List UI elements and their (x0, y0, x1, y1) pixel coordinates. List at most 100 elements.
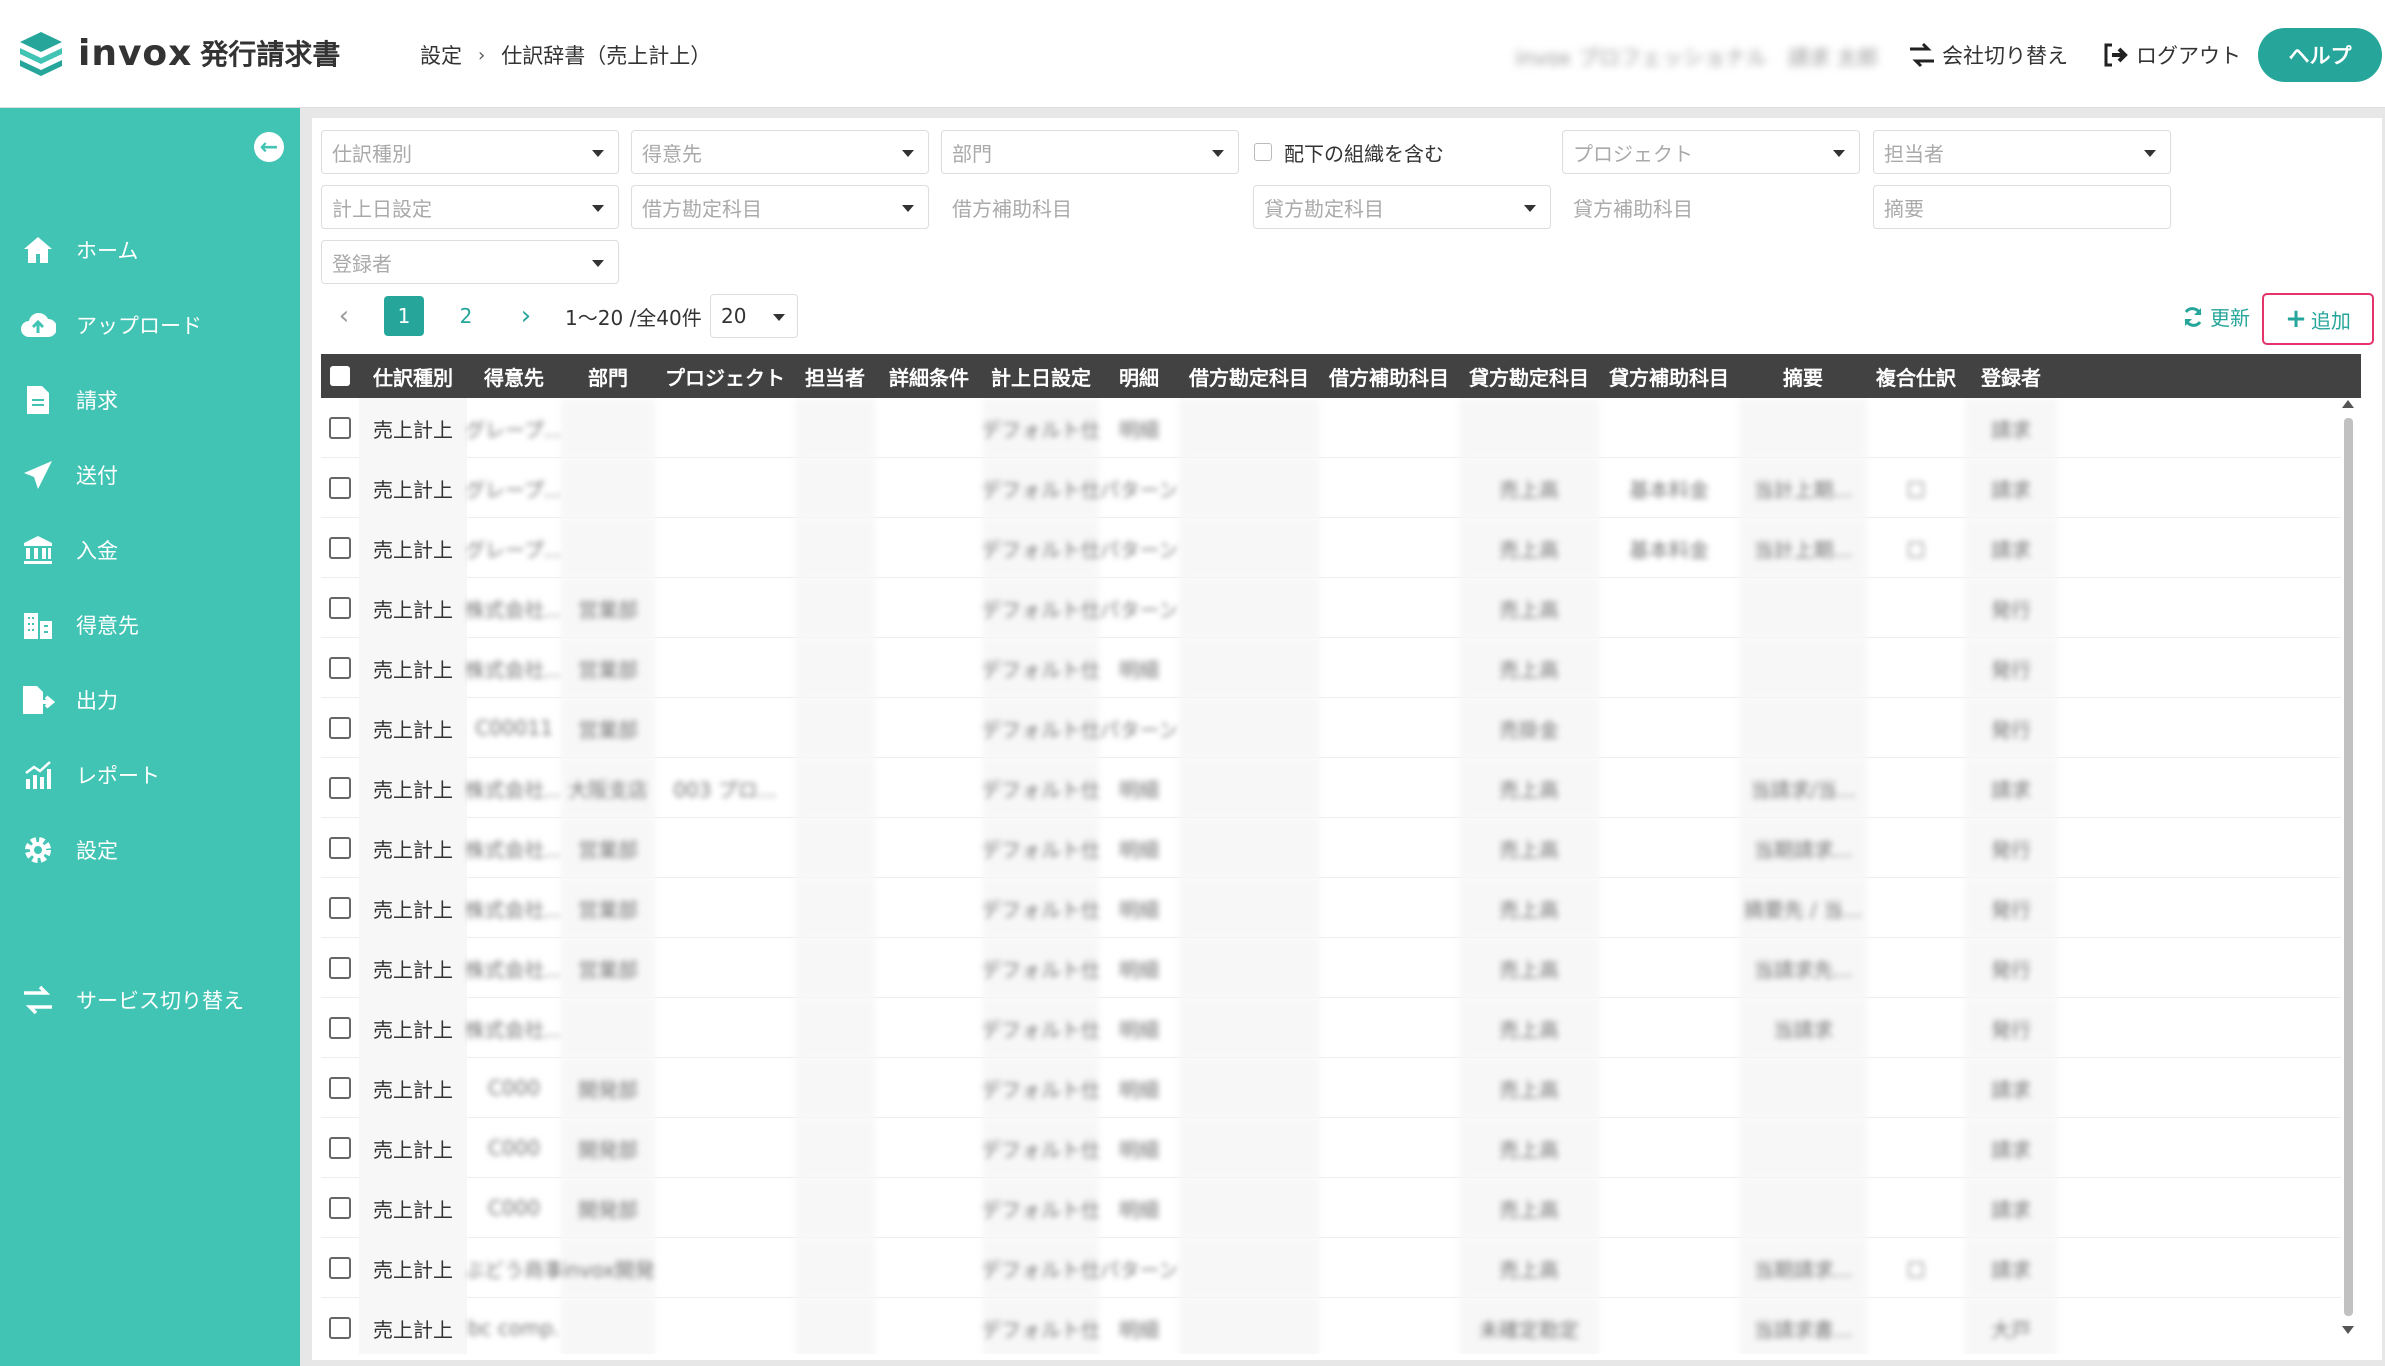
table-row[interactable]: 売上計上 株式会社... 営業部 デフォルト仕 明細 売上高 発行 (321, 638, 2341, 698)
col-credit-sub[interactable]: 貸方補助科目 (1599, 354, 1739, 398)
page-button-2[interactable]: 2 (446, 296, 486, 336)
table-row[interactable]: 売上計上 ぶどう商事 invox開発 デフォルト仕 パターン 売上高 当期請求... □ 請求 (321, 1238, 2341, 1298)
table-row[interactable]: 売上計上 株式会社... 営業部 デフォルト仕 明細 売上高 当期請求... 発行 (321, 818, 2341, 878)
checkbox-icon[interactable] (330, 366, 350, 386)
sidebar-item-send[interactable]: 送付 (0, 445, 300, 505)
department-select[interactable]: 部門 (941, 130, 1239, 174)
col-credit-account[interactable]: 貸方勘定科目 (1459, 354, 1599, 398)
checkbox-icon[interactable] (329, 837, 351, 859)
table-row[interactable]: 売上計上 株式会社... 大阪支店 003 プロ... デフォルト仕 明細 売上高 当請求/当… (321, 758, 2341, 818)
table-scrollbar[interactable] (2339, 398, 2357, 1338)
row-checkbox[interactable] (321, 938, 359, 998)
row-checkbox[interactable] (321, 1298, 359, 1354)
sidebar-item-customers[interactable]: 得意先 (0, 595, 300, 655)
scroll-down-icon[interactable] (2342, 1326, 2354, 1334)
row-checkbox[interactable] (321, 878, 359, 938)
table-row[interactable]: 売上計上 C000 開発部 デフォルト仕 明細 売上高 請求 (321, 1118, 2341, 1178)
include-sub-checkbox[interactable]: 配下の組織を含む (1254, 130, 1444, 174)
sidebar-item-report[interactable]: レポート (0, 745, 300, 805)
checkbox-icon[interactable] (329, 777, 351, 799)
table-row[interactable]: 売上計上 株式会社... 営業部 デフォルト仕 明細 売上高 当請求先... 発行 (321, 938, 2341, 998)
table-row[interactable]: 売上計上 株式会社... 営業部 デフォルト仕 明細 売上高 摘要先 / 当... 発行 (321, 878, 2341, 938)
refresh-button[interactable]: 更新 (2182, 302, 2250, 331)
switch-company-link[interactable]: 会社切り替え (1908, 40, 2068, 70)
checkbox-icon[interactable] (329, 1077, 351, 1099)
col-detail-condition[interactable]: 詳細条件 (875, 354, 983, 398)
journal-type-select[interactable]: 仕訳種別 (321, 130, 619, 174)
scroll-thumb[interactable] (2344, 418, 2353, 1316)
scroll-up-icon[interactable] (2342, 400, 2354, 408)
registrant-select[interactable]: 登録者 (321, 240, 619, 284)
row-checkbox[interactable] (321, 1238, 359, 1298)
add-button[interactable]: + 追加 (2262, 293, 2374, 345)
logout-link[interactable]: ログアウト (2102, 40, 2241, 70)
checkbox-icon[interactable] (329, 717, 351, 739)
row-checkbox[interactable] (321, 698, 359, 758)
col-project[interactable]: プロジェクト (655, 354, 795, 398)
row-checkbox[interactable] (321, 578, 359, 638)
row-checkbox[interactable] (321, 1118, 359, 1178)
col-customer[interactable]: 得意先 (467, 354, 561, 398)
checkbox-icon[interactable] (329, 1317, 351, 1339)
project-select[interactable]: プロジェクト (1562, 130, 1860, 174)
table-row[interactable]: 売上計上 グレープ... デフォルト仕 パターン 売上高 基本料金 当計上期... □ 請求 (321, 458, 2341, 518)
app-logo[interactable]: invox 発行請求書 (18, 30, 340, 76)
checkbox-icon[interactable] (329, 897, 351, 919)
chevron-left-icon[interactable]: ‹ (324, 296, 364, 336)
col-assignee[interactable]: 担当者 (795, 354, 875, 398)
row-checkbox[interactable] (321, 398, 359, 458)
col-summary[interactable]: 摘要 (1739, 354, 1867, 398)
table-row[interactable]: 売上計上abc comp... デフォルト仕明細 未確定勘定 当請求書... 大戸 (321, 1298, 2341, 1354)
col-date-setting[interactable]: 計上日設定 (983, 354, 1099, 398)
table-row[interactable]: 売上計上 C00011 営業部 デフォルト仕 パターン 売掛金 発行 (321, 698, 2341, 758)
col-compound[interactable]: 複合仕訳 (1867, 354, 1965, 398)
col-detail[interactable]: 明細 (1099, 354, 1179, 398)
table-row[interactable]: 売上計上 グレープ... デフォルト仕 パターン 売上高 基本料金 当計上期... □ 請求 (321, 518, 2341, 578)
col-journal-type[interactable]: 仕訳種別 (359, 354, 467, 398)
row-checkbox[interactable] (321, 818, 359, 878)
checkbox-icon[interactable] (329, 1197, 351, 1219)
debit-sub-input[interactable]: 借方補助科目 (941, 185, 1239, 229)
date-setting-select[interactable]: 計上日設定 (321, 185, 619, 229)
checkbox-icon[interactable] (329, 1257, 351, 1279)
sidebar-item-switch-service[interactable]: サービス切り替え (0, 970, 300, 1030)
checkbox-icon[interactable] (329, 537, 351, 559)
table-row[interactable]: 売上計上 C000 開発部 デフォルト仕 明細 売上高 請求 (321, 1178, 2341, 1238)
row-checkbox[interactable] (321, 1178, 359, 1238)
checkbox-icon[interactable] (329, 417, 351, 439)
sidebar-item-payment[interactable]: 入金 (0, 520, 300, 580)
col-debit-account[interactable]: 借方勘定科目 (1179, 354, 1319, 398)
chevron-right-icon[interactable]: › (506, 296, 546, 336)
collapse-sidebar-icon[interactable]: ← (254, 132, 284, 162)
checkbox-icon[interactable] (329, 477, 351, 499)
credit-account-select[interactable]: 貸方勘定科目 (1253, 185, 1551, 229)
page-button-1[interactable]: 1 (384, 296, 424, 336)
table-row[interactable]: 売上計上 株式会社... 営業部 デフォルト仕 パターン 売上高 発行 (321, 578, 2341, 638)
select-all-checkbox[interactable] (321, 354, 359, 398)
debit-account-select[interactable]: 借方勘定科目 (631, 185, 929, 229)
row-checkbox[interactable] (321, 1058, 359, 1118)
checkbox-icon[interactable] (329, 597, 351, 619)
row-checkbox[interactable] (321, 458, 359, 518)
assignee-select[interactable]: 担当者 (1873, 130, 2171, 174)
sidebar-item-upload[interactable]: アップロード (0, 295, 300, 355)
row-checkbox[interactable] (321, 758, 359, 818)
checkbox-icon[interactable] (1254, 143, 1272, 161)
sidebar-item-home[interactable]: ホーム (0, 220, 300, 280)
checkbox-icon[interactable] (329, 1017, 351, 1039)
row-checkbox[interactable] (321, 638, 359, 698)
summary-input[interactable]: 摘要 (1873, 185, 2171, 229)
checkbox-icon[interactable] (329, 657, 351, 679)
customer-select[interactable]: 得意先 (631, 130, 929, 174)
help-button[interactable]: ヘルプ (2258, 28, 2382, 82)
col-department[interactable]: 部門 (561, 354, 655, 398)
sidebar-item-invoice[interactable]: 請求 (0, 370, 300, 430)
breadcrumb-settings[interactable]: 設定 (420, 40, 462, 70)
table-row[interactable]: 売上計上 株式会社... デフォルト仕 明細 売上高 当請求 発行 (321, 998, 2341, 1058)
checkbox-icon[interactable] (329, 957, 351, 979)
sidebar-item-settings[interactable]: 設定 (0, 820, 300, 880)
table-row[interactable]: 売上計上 C000 開発部 デフォルト仕 明細 売上高 請求 (321, 1058, 2341, 1118)
checkbox-icon[interactable] (329, 1137, 351, 1159)
row-checkbox[interactable] (321, 518, 359, 578)
row-checkbox[interactable] (321, 998, 359, 1058)
